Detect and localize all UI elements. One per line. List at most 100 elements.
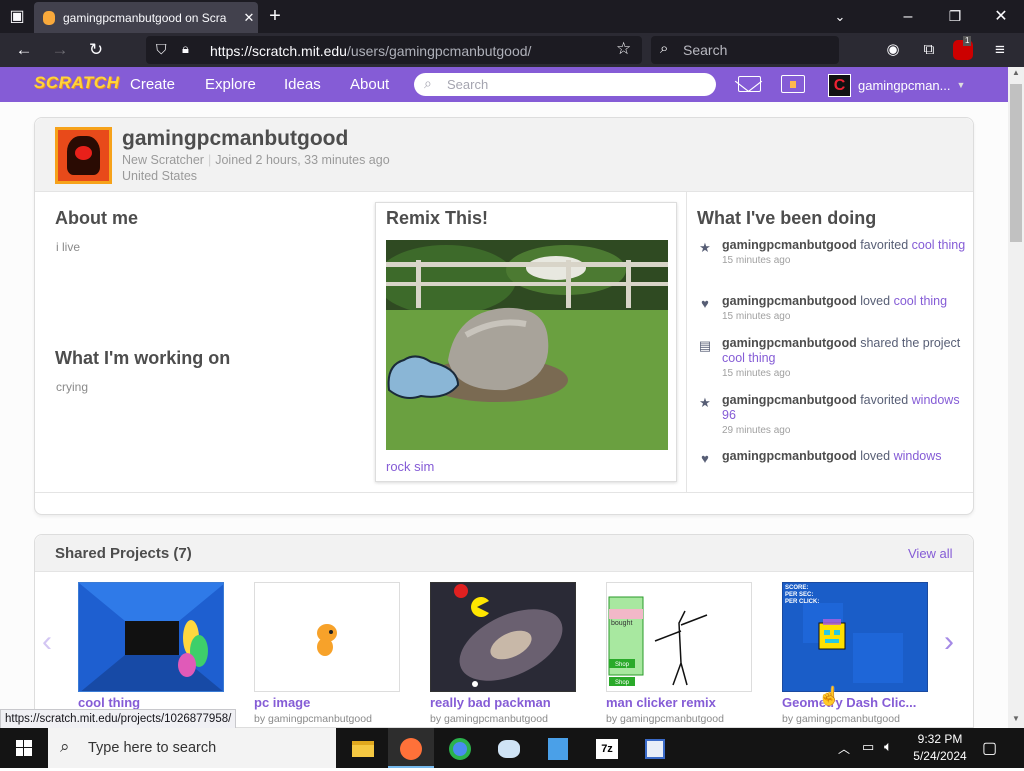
restore-button[interactable]: ❐ xyxy=(940,0,970,33)
extensions-icon[interactable]: ⧉ xyxy=(917,35,941,65)
scratch-favicon-icon xyxy=(43,10,55,25)
new-tab-button[interactable]: + xyxy=(260,0,290,33)
activity-user[interactable]: gamingpcmanbutgood xyxy=(722,238,857,252)
tray-chevron-icon[interactable]: ︿ xyxy=(838,740,850,757)
activity-action: favorited xyxy=(860,393,909,407)
lock-icon[interactable]: 🔒︎ xyxy=(182,41,189,57)
messages-icon[interactable] xyxy=(734,70,763,93)
bookmark-star-icon[interactable]: ☆ xyxy=(616,39,631,59)
7zip-icon[interactable]: 7z xyxy=(584,728,630,768)
app-window-icon[interactable] xyxy=(632,728,678,768)
clock-date: 5/24/2024 xyxy=(913,749,967,763)
list-all-tabs-icon[interactable]: ⌄ xyxy=(825,0,855,33)
activity-user[interactable]: gamingpcmanbutgood xyxy=(722,449,857,463)
column-divider xyxy=(686,192,687,492)
scratch-logo[interactable]: SCRATCH xyxy=(34,73,119,97)
scratch-search-input[interactable]: ⌕ Search xyxy=(414,73,716,96)
chevron-down-icon: ▼ xyxy=(956,80,966,90)
paint-icon[interactable] xyxy=(486,728,532,768)
project-title[interactable]: cool thing xyxy=(78,695,228,710)
nav-explore[interactable]: Explore xyxy=(205,67,256,102)
profile-role: New Scratcher xyxy=(122,153,204,167)
project-thumbnail-geometry-dash-clicker[interactable]: SCORE: PER SEC: PER CLICK: xyxy=(782,582,928,692)
taskbar-clock[interactable]: 9:32 PM 5/24/2024 xyxy=(910,731,970,765)
activity-time: 29 minutes ago xyxy=(722,425,791,436)
app-icon[interactable] xyxy=(535,728,581,768)
heart-icon: ♥ xyxy=(701,296,709,311)
activity-target-link[interactable]: cool thing xyxy=(894,294,948,308)
nav-create[interactable]: Create xyxy=(130,67,175,102)
volume-muted-icon[interactable]: 🔈︎ xyxy=(884,738,892,755)
file-explorer-icon[interactable] xyxy=(340,728,386,768)
menu-icon[interactable]: ≡ xyxy=(988,35,1012,65)
project-title[interactable]: really bad packman xyxy=(430,695,580,710)
view-all-link[interactable]: View all xyxy=(908,546,953,561)
gd-score-text: SCORE: xyxy=(785,585,808,591)
project-thumbnail-man-clicker-remix[interactable]: bought Shop Shop xyxy=(606,582,752,692)
activity-time: 15 minutes ago xyxy=(722,255,791,266)
activity-target-link[interactable]: windows xyxy=(894,449,942,463)
link-status-url: https://scratch.mit.edu/projects/1026877… xyxy=(0,709,237,729)
scrollbar-thumb[interactable] xyxy=(1010,84,1022,242)
notification-icon[interactable]: ▢ xyxy=(982,738,997,758)
remix-project-thumbnail[interactable] xyxy=(386,240,668,450)
scroll-up-icon[interactable]: ▲ xyxy=(1010,68,1022,77)
scroll-down-icon[interactable]: ▼ xyxy=(1010,714,1022,723)
back-button[interactable]: ← xyxy=(12,35,36,65)
activity-target-link[interactable]: cool thing xyxy=(912,238,966,252)
project-thumbnail-cool-thing[interactable] xyxy=(78,582,224,692)
profile-avatar[interactable] xyxy=(55,127,112,184)
project-title[interactable]: Geometry Dash Clic... xyxy=(782,695,932,710)
clicker-bought-text: bought xyxy=(611,620,632,627)
browser-tab-active[interactable]: gamingpcmanbutgood on Scra ✕ xyxy=(34,2,258,33)
gd-per-sec-text: PER SEC: xyxy=(785,592,813,598)
network-icon[interactable]: ▭ xyxy=(862,739,874,755)
activity-action: loved xyxy=(860,449,891,463)
project-title[interactable]: man clicker remix xyxy=(606,695,756,710)
activity-target-link[interactable]: cool thing xyxy=(722,351,776,365)
url-bar[interactable]: ⛉ 🔒︎ https://scratch.mit.edu/users/gamin… xyxy=(146,36,642,64)
forward-button[interactable]: → xyxy=(48,35,72,65)
tab-list-icon[interactable]: ▣ xyxy=(2,0,32,33)
url-text[interactable]: https://scratch.mit.edu/users/gamingpcma… xyxy=(210,43,531,59)
gd-per-click-text: PER CLICK: xyxy=(785,599,819,605)
taskbar-search-placeholder: Type here to search xyxy=(88,740,217,756)
start-button[interactable] xyxy=(0,728,48,768)
taskbar-search-box[interactable]: ⌕ Type here to search xyxy=(48,728,336,768)
star-icon: ★ xyxy=(699,240,711,255)
activity-user[interactable]: gamingpcmanbutgood xyxy=(722,294,857,308)
project-title[interactable]: pc image xyxy=(254,695,404,710)
chrome-icon[interactable] xyxy=(437,728,483,768)
carousel-next-icon[interactable]: › xyxy=(944,625,954,659)
project-thumbnail-really-bad-packman[interactable] xyxy=(430,582,576,692)
carousel-prev-icon[interactable]: ‹ xyxy=(42,625,52,659)
activity-user[interactable]: gamingpcmanbutgood xyxy=(722,336,857,350)
close-tab-icon[interactable]: ✕ xyxy=(240,10,258,26)
activity-user[interactable]: gamingpcmanbutgood xyxy=(722,393,857,407)
profile-footer-divider xyxy=(35,492,973,493)
search-icon: ⌕ xyxy=(424,75,432,91)
nav-ideas[interactable]: Ideas xyxy=(284,67,321,102)
shield-icon[interactable]: ⛉ xyxy=(156,41,167,58)
hand-cursor-icon: ☝ xyxy=(818,686,841,706)
reload-button[interactable]: ↻ xyxy=(84,35,108,65)
minimize-button[interactable]: – xyxy=(893,0,923,33)
remix-project-link[interactable]: rock sim xyxy=(386,459,434,474)
firefox-icon[interactable] xyxy=(388,728,434,768)
ublock-icon[interactable]: 1 xyxy=(953,36,973,60)
activity-action: loved xyxy=(860,294,891,308)
profile-username: gamingpcmanbutgood xyxy=(122,127,349,150)
my-stuff-icon[interactable] xyxy=(781,75,805,93)
browser-search-box[interactable]: ⌕ Search xyxy=(651,36,839,64)
activity-heading: What I've been doing xyxy=(697,208,877,228)
close-window-button[interactable]: ✕ xyxy=(986,0,1016,33)
project-thumbnail-pc-image[interactable] xyxy=(254,582,400,692)
user-menu[interactable]: C gamingpcman... ▼ xyxy=(828,73,966,97)
project-author: by gamingpcmanbutgood xyxy=(430,713,548,725)
activity-time: 15 minutes ago xyxy=(722,368,791,379)
remix-heading: Remix This! xyxy=(386,208,489,228)
working-heading: What I'm working on xyxy=(55,348,231,368)
activity-action: shared the project xyxy=(860,336,961,350)
account-icon[interactable]: ◉ xyxy=(881,35,905,65)
nav-about[interactable]: About xyxy=(350,67,389,102)
